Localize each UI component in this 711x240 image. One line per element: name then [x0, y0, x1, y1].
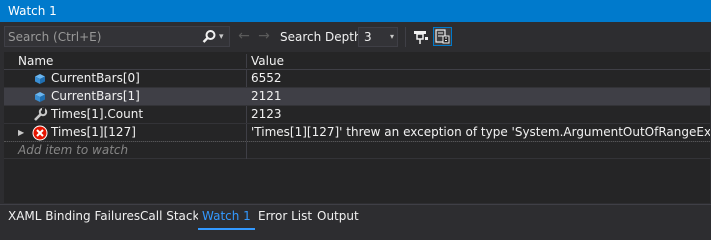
property-wrench-icon [32, 107, 48, 123]
search-options-dropdown-icon[interactable]: ▾ [219, 30, 229, 44]
expand-arrow-icon[interactable]: ▶ [18, 124, 28, 141]
bottom-tab-strip: XAML Binding Failures Call Stack Watch 1… [0, 204, 711, 230]
toolbar-separator [405, 27, 406, 47]
search-icon[interactable] [201, 29, 217, 45]
search-input[interactable] [8, 28, 196, 45]
search-previous-icon[interactable]: ← [236, 28, 252, 44]
watch-value[interactable]: 2121 [251, 88, 282, 105]
watch-name: CurrentBars[0] [51, 71, 140, 85]
watch-value[interactable]: 6552 [251, 70, 282, 87]
watch-toolbar: ▾ ← → Search Depth: 3 ▾ [0, 22, 711, 52]
watch-name: CurrentBars[1] [51, 89, 140, 103]
tab-watch-1[interactable]: Watch 1 [198, 205, 255, 230]
search-depth-value: 3 [364, 30, 372, 44]
add-watch-row[interactable]: Add item to watch [4, 141, 710, 159]
column-splitter[interactable] [246, 54, 247, 68]
pin-to-source-icon[interactable] [412, 28, 430, 46]
column-header-name[interactable]: Name [18, 52, 53, 70]
search-depth-label: Search Depth: [280, 30, 366, 44]
tab-error-list[interactable]: Error List [254, 205, 316, 230]
search-depth-select[interactable]: 3 ▾ [358, 27, 398, 47]
add-item-placeholder[interactable]: Add item to watch [18, 142, 128, 159]
field-icon [32, 89, 48, 105]
tab-xaml-binding-failures[interactable]: XAML Binding Failures [4, 205, 144, 230]
chevron-down-icon: ▾ [389, 32, 394, 41]
watch-grid: Name Value CurrentBars[0] 6552 CurrentBa… [4, 52, 710, 203]
watch-name: Times[1].Count [51, 107, 144, 121]
watch-row-selected[interactable]: CurrentBars[1] 2121 [4, 88, 710, 106]
search-next-icon[interactable]: → [256, 28, 272, 44]
watch-row[interactable]: Times[1].Count 2123 [4, 106, 710, 124]
error-icon [32, 125, 48, 141]
tab-output[interactable]: Output [313, 205, 363, 230]
watch-value[interactable]: 'Times[1][127]' threw an exception of ty… [251, 124, 710, 141]
column-divider [246, 124, 247, 141]
column-header-value[interactable]: Value [251, 52, 284, 70]
tab-call-stack[interactable]: Call Stack [136, 205, 203, 230]
column-divider [246, 88, 247, 105]
field-icon [32, 71, 48, 87]
tool-window-titlebar[interactable]: Watch 1 [0, 0, 711, 22]
hexadecimal-display-icon[interactable] [433, 27, 452, 46]
watch-value[interactable]: 2123 [251, 106, 282, 123]
watch-row[interactable]: ▶ Times[1][127] 'Times[1][127]' threw an… [4, 124, 710, 142]
watch-row[interactable]: CurrentBars[0] 6552 [4, 70, 710, 88]
column-divider [246, 70, 247, 87]
window-title: Watch 1 [8, 4, 57, 18]
search-box: ▾ [4, 26, 230, 47]
column-divider [246, 142, 247, 159]
watch-name: Times[1][127] [51, 125, 136, 139]
grid-header: Name Value [4, 52, 710, 70]
column-divider [246, 106, 247, 123]
